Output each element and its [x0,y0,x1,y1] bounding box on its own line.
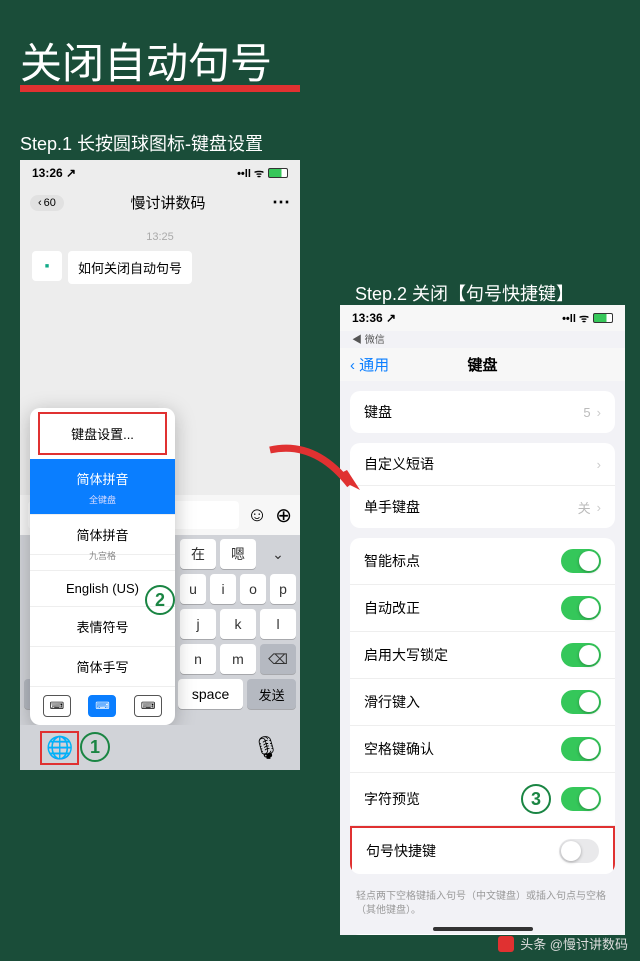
send-key[interactable]: 发送 [247,679,296,709]
key[interactable]: p [270,574,296,604]
settings-navbar: ‹ 通用 键盘 [340,348,625,381]
period-note: 轻点两下空格键插入句号（中文键盘）或插入句点与空格（其他键盘）。 [340,884,625,924]
key[interactable]: i [210,574,236,604]
status-right: ••ll ᯤ [562,311,613,326]
row-smart-punct: 智能标点 [350,538,615,585]
annotation-3: 3 [521,784,551,814]
toggle-period-shortcut[interactable] [559,839,599,863]
globe-highlight: 🌐 [40,731,79,765]
row-custom-phrases[interactable]: 自定义短语 › [350,443,615,486]
message-bubble: 如何关闭自动句号 [68,251,192,284]
key[interactable]: u [180,574,206,604]
mic-icon[interactable]: 🎙 [252,735,280,761]
status-right: ••ll ᯤ [237,166,288,181]
row-autocorrect: 自动改正 [350,585,615,632]
chat-title: 慢讨讲数码 [130,192,205,213]
keyboard-bottom-bar: 🌐 🎙 [20,725,300,770]
chat-timestamp: 13:25 [28,227,292,247]
status-time: 13:36 ↗ [352,311,396,325]
key[interactable]: k [220,609,256,639]
suggestion[interactable]: 嗯 [220,539,256,569]
phone1-screenshot: 13:26 ↗ ••ll ᯤ ‹ 60 慢讨讲数码 ⋯ 13:25 ■ 如何关闭… [20,160,300,770]
settings-group-typing: 智能标点 自动改正 启用大写锁定 滑行键入 空格键确认 字符预览 3 句号快捷键 [350,538,615,874]
toggle-smart-punct[interactable] [561,549,601,573]
suggestion-row: 在 嗯 ⌄ [180,539,296,569]
toggle-space-confirm[interactable] [561,737,601,761]
key[interactable]: j [180,609,216,639]
toggle-slide[interactable] [561,690,601,714]
row-space-confirm: 空格键确认 [350,726,615,773]
suggestion[interactable]: 在 [180,539,216,569]
row-period-shortcut: 句号快捷键 [350,826,615,874]
row-char-preview: 字符预览 3 [350,773,615,826]
status-bar: 13:36 ↗ ••ll ᯤ [340,305,625,331]
key[interactable]: m [220,644,256,674]
toggle-capslock[interactable] [561,643,601,667]
key[interactable]: l [260,609,296,639]
row-onehand[interactable]: 单手键盘 关› [350,486,615,528]
key[interactable]: o [240,574,266,604]
delete-key[interactable]: ⌫ [260,644,296,674]
key[interactable]: n [180,644,216,674]
title-underline [20,85,300,92]
menu-handwriting[interactable]: 简体手写 [30,647,175,687]
globe-icon[interactable]: 🌐 [46,735,73,760]
message-row: ■ 如何关闭自动句号 [28,247,292,288]
status-bar: 13:26 ↗ ••ll ᯤ [20,160,300,186]
avatar[interactable]: ■ [32,251,62,281]
toggle-autocorrect[interactable] [561,596,601,620]
suggestion[interactable]: ⌄ [260,539,296,569]
menu-pinyin-9-sub: 九宫格 [30,549,175,571]
back-button[interactable]: ‹ 60 [30,195,64,211]
row-capslock: 启用大写锁定 [350,632,615,679]
keyboard-mode-row: ⌨ ⌨ ⌨ [30,687,175,725]
settings-group-keyboards: 键盘 5› [350,391,615,433]
breadcrumb-back[interactable]: ◀ 微信 [340,331,625,348]
annotation-2: 2 [145,585,175,615]
arrow-annotation [265,440,365,510]
step1-label: Step.1 长按圆球图标-键盘设置 [20,130,263,156]
settings-title: 键盘 [340,354,625,375]
chat-navbar: ‹ 60 慢讨讲数码 ⋯ [20,186,300,219]
phone2-screenshot: 13:36 ↗ ••ll ᯤ ◀ 微信 ‹ 通用 键盘 键盘 5› 自定义短语 … [340,305,625,935]
toggle-char-preview[interactable] [561,787,601,811]
settings-group-custom: 自定义短语 › 单手键盘 关› [350,443,615,528]
watermark: 头条 @慢讨讲数码 [498,934,628,953]
row-slide: 滑行键入 [350,679,615,726]
more-icon[interactable]: ⋯ [272,192,290,213]
kb-left-icon[interactable]: ⌨ [43,695,71,717]
chat-area: 13:25 ■ 如何关闭自动句号 [20,219,300,296]
kb-right-icon[interactable]: ⌨ [134,695,162,717]
watermark-icon [498,936,514,952]
step2-label: Step.2 关闭【句号快捷键】 [355,280,574,306]
annotation-1: 1 [80,732,110,762]
menu-pinyin-full-sub: 全键盘 [30,493,175,515]
keyboard-switcher-menu: 键盘设置... 简体拼音 全键盘 简体拼音 九宫格 English (US) 表… [30,408,175,725]
home-indicator [433,927,533,931]
row-keyboards[interactable]: 键盘 5› [350,391,615,433]
page-title: 关闭自动句号 [20,30,272,91]
kb-full-icon[interactable]: ⌨ [88,695,116,717]
space-key[interactable]: space [178,679,243,709]
menu-keyboard-settings[interactable]: 键盘设置... [38,412,167,455]
status-time: 13:26 ↗ [32,166,76,180]
